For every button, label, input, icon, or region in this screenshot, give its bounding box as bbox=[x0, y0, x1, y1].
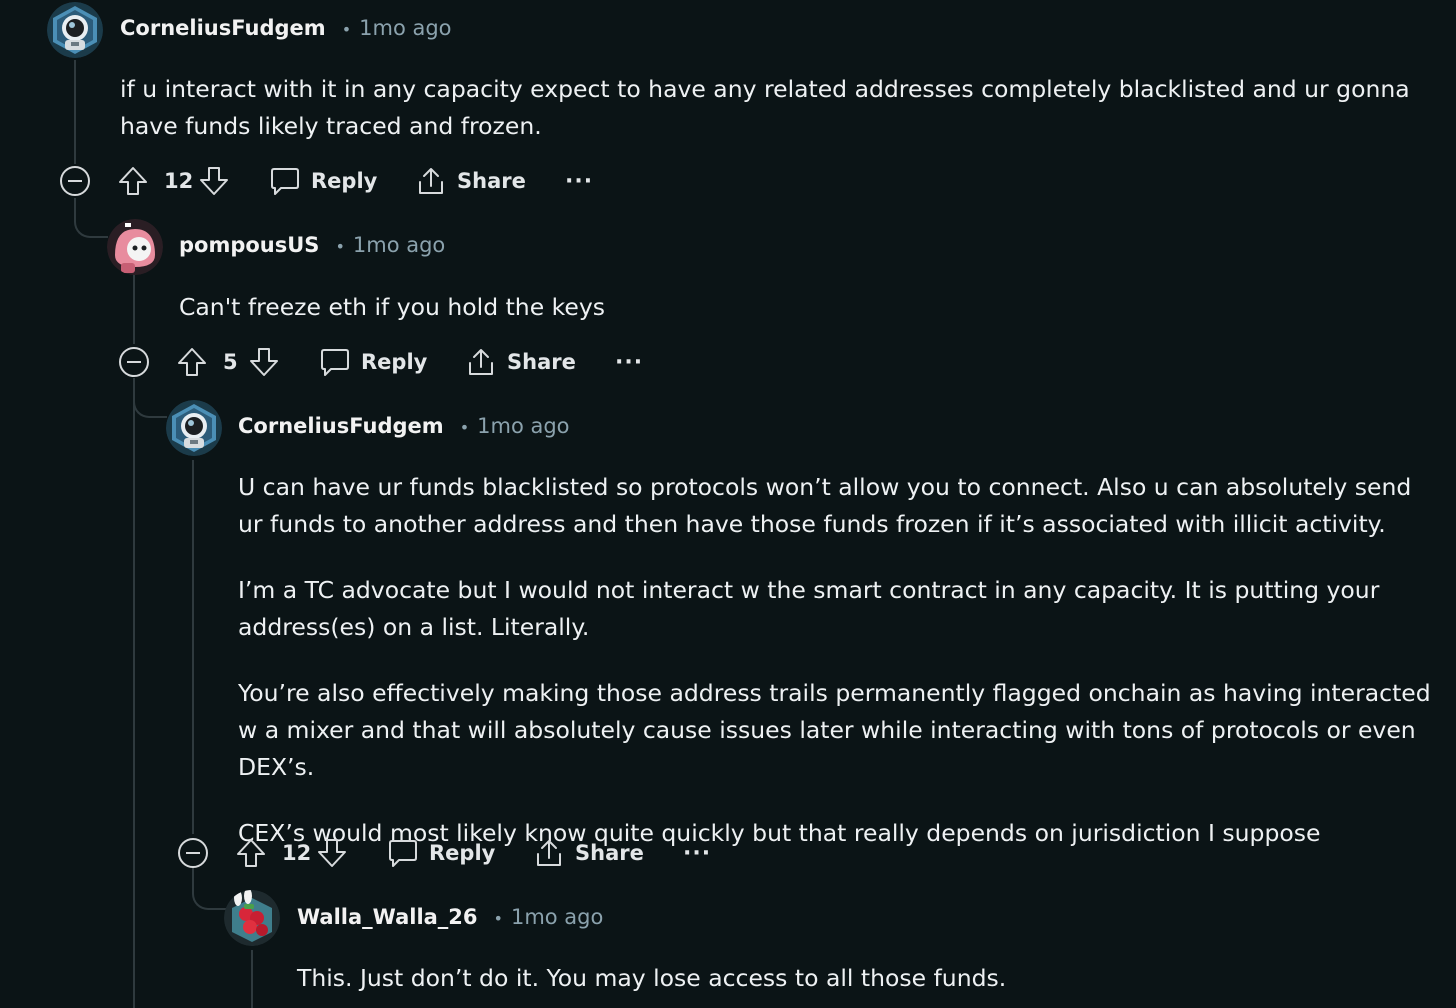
thread-line[interactable] bbox=[192, 460, 194, 834]
upvote-arrow-icon bbox=[119, 167, 147, 195]
share-button[interactable]: Share bbox=[415, 161, 526, 201]
share-upload-icon bbox=[469, 349, 493, 375]
thread-connector bbox=[74, 198, 108, 238]
downvote-button[interactable] bbox=[316, 833, 348, 873]
meta-separator: • bbox=[459, 418, 470, 437]
comment-body: if u interact with it in any capacity ex… bbox=[120, 71, 1430, 145]
upvote-button[interactable] bbox=[235, 833, 267, 873]
reply-label: Reply bbox=[311, 169, 378, 193]
reply-button[interactable]: Reply bbox=[387, 833, 495, 873]
share-label: Share bbox=[457, 169, 526, 193]
collapse-minus-icon bbox=[178, 838, 208, 868]
thread-line[interactable] bbox=[133, 378, 135, 1008]
collapse-minus-icon bbox=[60, 166, 90, 196]
upvote-button[interactable] bbox=[117, 161, 149, 201]
comment-actions: 12 Reply Share ··· bbox=[177, 833, 737, 873]
vote-score: 5 bbox=[223, 350, 238, 374]
upvote-arrow-icon bbox=[237, 839, 265, 867]
vote-score: 12 bbox=[164, 169, 194, 193]
upvote-button[interactable] bbox=[176, 342, 208, 382]
comment-meta: Walla_Walla_26 • 1mo ago bbox=[297, 905, 603, 929]
user-avatar[interactable] bbox=[224, 890, 280, 946]
meta-separator: • bbox=[493, 909, 503, 928]
share-button[interactable]: Share bbox=[465, 342, 576, 382]
share-upload-icon bbox=[537, 840, 561, 866]
downvote-arrow-icon bbox=[250, 348, 278, 376]
comment-meta: CorneliusFudgem • 1mo ago bbox=[238, 414, 570, 438]
user-avatar[interactable] bbox=[47, 2, 103, 58]
downvote-arrow-icon bbox=[200, 167, 228, 195]
astronaut-avatar-icon bbox=[166, 400, 222, 456]
comment-body: This. Just don’t do it. You may lose acc… bbox=[297, 960, 1437, 997]
collapse-button[interactable] bbox=[177, 833, 209, 873]
timestamp[interactable]: 1mo ago bbox=[353, 233, 445, 257]
share-label: Share bbox=[575, 841, 644, 865]
user-avatar[interactable] bbox=[166, 400, 222, 456]
username[interactable]: CorneliusFudgem bbox=[238, 414, 444, 438]
more-options-button[interactable]: ··· bbox=[615, 342, 643, 382]
reply-button[interactable]: Reply bbox=[269, 161, 377, 201]
thread-line[interactable] bbox=[251, 950, 253, 1008]
timestamp[interactable]: 1mo ago bbox=[511, 905, 603, 929]
username[interactable]: CorneliusFudgem bbox=[120, 16, 326, 40]
vote-score: 12 bbox=[282, 841, 312, 865]
thread-connector bbox=[133, 378, 167, 418]
upvote-arrow-icon bbox=[178, 348, 206, 376]
downvote-arrow-icon bbox=[318, 839, 346, 867]
comment-meta: CorneliusFudgem • 1mo ago bbox=[120, 16, 452, 40]
share-label: Share bbox=[507, 350, 576, 374]
comment-paragraph: I’m a TC advocate but I would not intera… bbox=[238, 576, 1380, 641]
username[interactable]: pompousUS bbox=[179, 233, 319, 257]
reply-label: Reply bbox=[429, 841, 496, 865]
comment-paragraph: U can have ur funds blacklisted so proto… bbox=[238, 473, 1412, 538]
username[interactable]: Walla_Walla_26 bbox=[297, 905, 478, 929]
thread-line[interactable] bbox=[74, 60, 76, 164]
reply-label: Reply bbox=[361, 350, 428, 374]
downvote-button[interactable] bbox=[248, 342, 280, 382]
thread-line[interactable] bbox=[133, 272, 135, 344]
share-upload-icon bbox=[419, 168, 443, 194]
comment-paragraph: This. Just don’t do it. You may lose acc… bbox=[297, 964, 1007, 992]
timestamp[interactable]: 1mo ago bbox=[359, 16, 451, 40]
meta-separator: • bbox=[335, 237, 345, 256]
more-options-button[interactable]: ··· bbox=[565, 161, 593, 201]
user-avatar[interactable] bbox=[107, 219, 163, 275]
reply-speech-bubble-icon bbox=[321, 349, 349, 376]
comment-paragraph: You’re also effectively making those add… bbox=[238, 679, 1431, 781]
collapse-button[interactable] bbox=[59, 161, 91, 201]
collapse-minus-icon bbox=[119, 347, 149, 377]
comment-thread: CorneliusFudgem • 1mo ago if u interact … bbox=[0, 0, 1456, 1008]
timestamp[interactable]: 1mo ago bbox=[477, 414, 569, 438]
downvote-button[interactable] bbox=[198, 161, 230, 201]
pink-hood-character-avatar-icon bbox=[107, 219, 163, 275]
more-options-button[interactable]: ··· bbox=[683, 833, 711, 873]
comment-body: Can't freeze eth if you hold the keys bbox=[179, 289, 1429, 326]
comment-body: U can have ur funds blacklisted so proto… bbox=[238, 469, 1438, 852]
comment-actions: 12 Reply Share ··· bbox=[59, 161, 619, 201]
comment-paragraph: if u interact with it in any capacity ex… bbox=[120, 75, 1410, 140]
astronaut-avatar-icon bbox=[47, 2, 103, 58]
thread-connector bbox=[192, 868, 226, 910]
comment-paragraph: Can't freeze eth if you hold the keys bbox=[179, 293, 606, 321]
comment-actions: 5 Reply Share ··· bbox=[118, 342, 678, 382]
reply-button[interactable]: Reply bbox=[319, 342, 427, 382]
reply-speech-bubble-icon bbox=[271, 168, 299, 195]
strawberry-bunny-avatar-icon bbox=[224, 890, 280, 946]
comment-meta: pompousUS • 1mo ago bbox=[179, 233, 445, 257]
meta-separator: • bbox=[341, 20, 352, 39]
share-button[interactable]: Share bbox=[533, 833, 644, 873]
reply-speech-bubble-icon bbox=[389, 840, 417, 867]
collapse-button[interactable] bbox=[118, 342, 150, 382]
